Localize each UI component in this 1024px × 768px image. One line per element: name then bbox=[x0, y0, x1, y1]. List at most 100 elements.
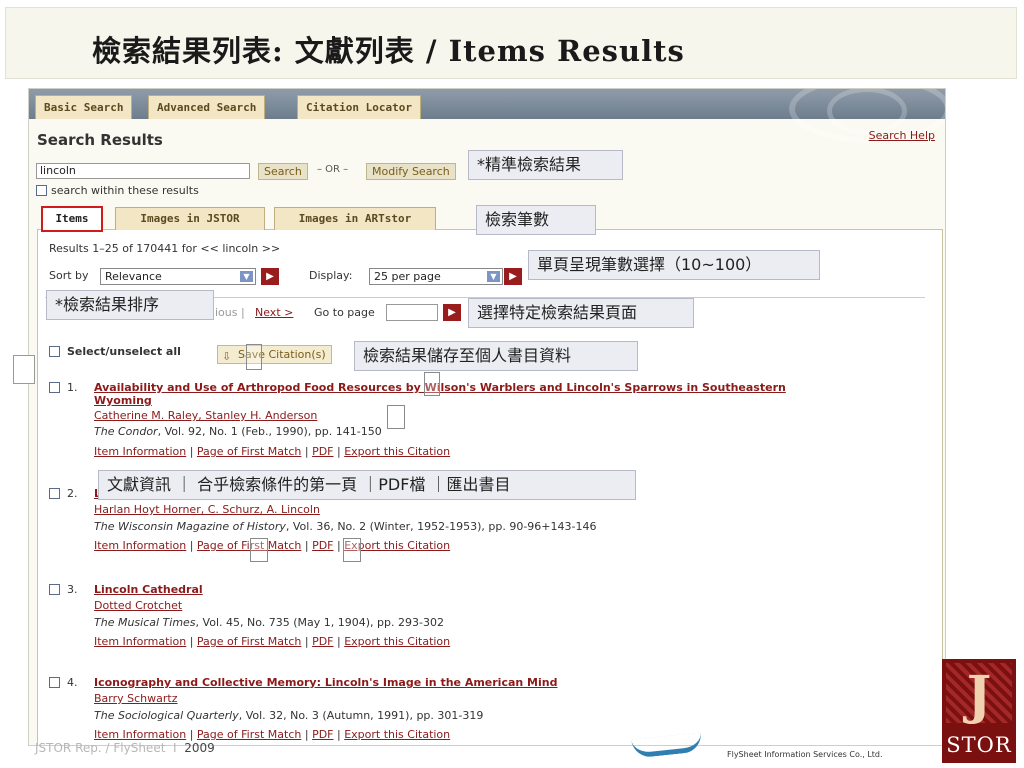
result-title[interactable]: Iconography and Collective Memory: Linco… bbox=[94, 676, 814, 689]
annotation-box bbox=[343, 538, 361, 562]
result-number: 2. bbox=[67, 487, 78, 500]
author-links[interactable]: Harlan Hoyt Horner, C. Schurz, A. Lincol… bbox=[94, 503, 320, 516]
author-links[interactable]: Barry Schwartz bbox=[94, 692, 178, 705]
save-icon: ⇩ bbox=[222, 350, 232, 363]
page-of-first-match-link[interactable]: Page of First Match bbox=[197, 635, 301, 648]
footer-separator: I bbox=[173, 741, 177, 755]
item-information-link[interactable]: Item Information bbox=[94, 539, 186, 552]
decorative-swirl-icon bbox=[827, 89, 907, 135]
item-information-link[interactable]: Item Information bbox=[94, 635, 186, 648]
logo-text: STOR bbox=[946, 733, 1012, 757]
page-of-first-match-link[interactable]: Page of First Match bbox=[197, 728, 301, 741]
display-value: 25 per page bbox=[374, 270, 441, 283]
export-citation-link[interactable]: Export this Citation bbox=[344, 445, 450, 458]
results-summary: Results 1–25 of 170441 for << lincoln >> bbox=[49, 242, 281, 255]
search-within-checkbox[interactable] bbox=[36, 185, 47, 196]
result-citation: The Sociological Quarterly, Vol. 32, No.… bbox=[94, 709, 483, 722]
sort-value: Relevance bbox=[105, 270, 162, 283]
next-link[interactable]: Next > bbox=[255, 306, 293, 319]
tab-citation-locator[interactable]: Citation Locator bbox=[297, 95, 421, 119]
annotation-box bbox=[246, 344, 262, 370]
result-number: 1. bbox=[67, 381, 78, 394]
result-citation: The Condor, Vol. 92, No. 1 (Feb., 1990),… bbox=[94, 425, 382, 438]
page-go-button[interactable]: ▶ bbox=[443, 304, 461, 321]
result-citation: The Musical Times, Vol. 45, No. 735 (May… bbox=[94, 616, 444, 629]
logo-letter: J bbox=[966, 665, 992, 726]
modify-search-button[interactable]: Modify Search bbox=[366, 163, 456, 180]
footer-left: JSTOR Rep. / FlySheet bbox=[35, 741, 166, 755]
annotation-box bbox=[13, 355, 35, 384]
export-citation-link[interactable]: Export this Citation bbox=[344, 635, 450, 648]
callout-per-page: 單頁呈現筆數選擇（10~100） bbox=[528, 250, 820, 280]
search-help-link[interactable]: Search Help bbox=[869, 129, 935, 142]
pdf-link[interactable]: PDF bbox=[312, 728, 333, 741]
citation-details: , Vol. 45, No. 735 (May 1, 1904), pp. 29… bbox=[195, 616, 444, 629]
display-go-button[interactable]: ▶ bbox=[504, 268, 522, 285]
sort-go-button[interactable]: ▶ bbox=[261, 268, 279, 285]
pdf-link[interactable]: PDF bbox=[312, 539, 333, 552]
result-citation: The Wisconsin Magazine of History, Vol. … bbox=[94, 520, 596, 533]
select-all-checkbox[interactable] bbox=[49, 346, 60, 357]
footer-text: JSTOR Rep. / FlySheet I 2009 bbox=[35, 741, 215, 755]
tab-basic-search[interactable]: Basic Search bbox=[35, 95, 133, 119]
callout-select-page: 選擇特定檢索結果頁面 bbox=[468, 298, 694, 328]
author-links[interactable]: Catherine M. Raley, Stanley H. Anderson bbox=[94, 409, 317, 422]
chevron-down-icon: ▼ bbox=[487, 271, 500, 282]
result-checkbox[interactable] bbox=[49, 382, 60, 393]
previous-link[interactable]: ious | bbox=[215, 306, 245, 319]
search-button[interactable]: Search bbox=[258, 163, 308, 180]
journal-name: The Sociological Quarterly bbox=[94, 709, 239, 722]
result-checkbox[interactable] bbox=[49, 488, 60, 499]
jstor-logo: J STOR bbox=[942, 659, 1016, 763]
callout-sort-results: *檢索結果排序 bbox=[46, 290, 214, 320]
author-links[interactable]: Dotted Crotchet bbox=[94, 599, 182, 612]
callout-result-count: 檢索筆數 bbox=[476, 205, 596, 235]
result-actions: Item Information | Page of First Match |… bbox=[94, 445, 451, 458]
slide-title: 檢索結果列表: 文獻列表 / Items Results bbox=[92, 34, 685, 68]
result-checkbox[interactable] bbox=[49, 584, 60, 595]
chevron-down-icon: ▼ bbox=[240, 271, 253, 282]
save-citations-button[interactable]: ⇩ Save Citation(s) bbox=[217, 345, 332, 364]
item-information-link[interactable]: Item Information bbox=[94, 445, 186, 458]
tab-images-in-jstor[interactable]: Images in JSTOR bbox=[115, 207, 265, 230]
result-number: 3. bbox=[67, 583, 78, 596]
footer-year: 2009 bbox=[184, 741, 215, 755]
jstor-screenshot: Basic Search Advanced Search Citation Lo… bbox=[28, 88, 946, 746]
tab-items[interactable]: Items bbox=[41, 206, 103, 232]
tab-images-in-artstor[interactable]: Images in ARTstor bbox=[274, 207, 436, 230]
result-actions: Item Information | Page of First Match |… bbox=[94, 539, 451, 552]
display-select[interactable]: 25 per page ▼ bbox=[369, 268, 503, 285]
callout-refine-results: *精準檢索結果 bbox=[468, 150, 623, 180]
select-all-label: Select/unselect all bbox=[67, 345, 181, 358]
result-authors: Catherine M. Raley, Stanley H. Anderson bbox=[94, 409, 317, 422]
result-authors: Barry Schwartz bbox=[94, 692, 178, 705]
page-of-first-match-link[interactable]: Page of First Match bbox=[197, 445, 301, 458]
pdf-link[interactable]: PDF bbox=[312, 445, 333, 458]
item-information-link[interactable]: Item Information bbox=[94, 728, 186, 741]
citation-details: , Vol. 32, No. 3 (Autumn, 1991), pp. 301… bbox=[238, 709, 484, 722]
result-authors: Dotted Crotchet bbox=[94, 599, 182, 612]
result-authors: Harlan Hoyt Horner, C. Schurz, A. Lincol… bbox=[94, 503, 320, 516]
result-actions: Item Information | Page of First Match |… bbox=[94, 728, 451, 741]
tab-advanced-search[interactable]: Advanced Search bbox=[148, 95, 266, 119]
go-to-page-label: Go to page bbox=[314, 306, 375, 319]
sort-label: Sort by bbox=[49, 269, 89, 282]
citation-details: , Vol. 92, No. 1 (Feb., 1990), pp. 141-1… bbox=[157, 425, 382, 438]
search-input[interactable]: lincoln bbox=[36, 163, 250, 179]
export-citation-link[interactable]: Export this Citation bbox=[344, 728, 450, 741]
or-separator: – OR – bbox=[317, 164, 349, 175]
sort-select[interactable]: Relevance ▼ bbox=[100, 268, 256, 285]
callout-item-actions: 文獻資訊 ｜ 合乎檢索條件的第一頁 ｜PDF檔 ｜匯出書目 bbox=[98, 470, 636, 500]
result-number: 4. bbox=[67, 676, 78, 689]
annotation-box bbox=[424, 372, 440, 396]
result-title[interactable]: Availability and Use of Arthropod Food R… bbox=[94, 381, 814, 407]
page-number-input[interactable] bbox=[386, 304, 438, 321]
journal-name: The Musical Times bbox=[94, 616, 196, 629]
result-checkbox[interactable] bbox=[49, 677, 60, 688]
result-title[interactable]: Lincoln Cathedral bbox=[94, 583, 814, 596]
annotation-box bbox=[387, 405, 405, 429]
page-title: Search Results bbox=[37, 131, 163, 149]
top-nav-bar: Basic Search Advanced Search Citation Lo… bbox=[29, 89, 945, 143]
search-within-label: search within these results bbox=[51, 184, 199, 197]
pdf-link[interactable]: PDF bbox=[312, 635, 333, 648]
